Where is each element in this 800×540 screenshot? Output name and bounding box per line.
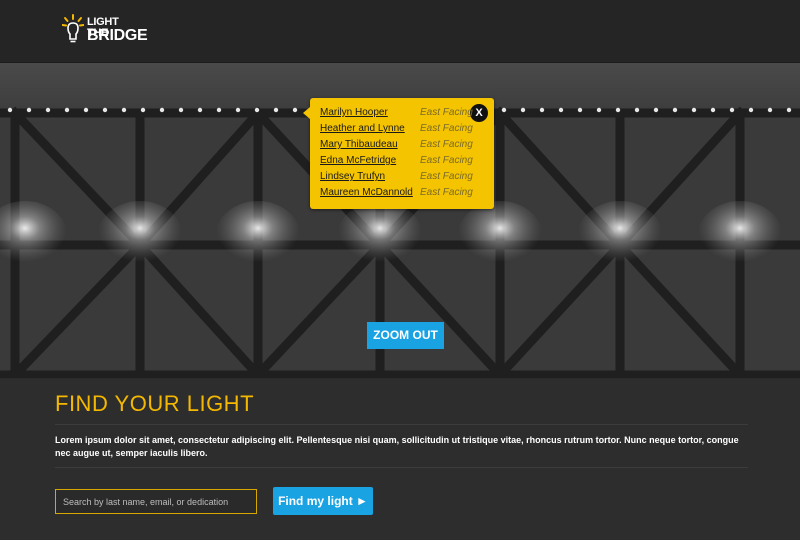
deck-light[interactable] [235,107,241,113]
flood-light[interactable] [216,201,300,269]
flood-light[interactable] [458,201,542,269]
search-input[interactable] [55,489,257,514]
list-item: Marilyn Hooper East Facing [320,107,480,123]
deck-light[interactable] [254,107,260,113]
facing-label: East Facing [420,123,473,134]
facing-label: East Facing [420,187,473,198]
divider [55,424,748,425]
flood-light[interactable] [0,201,67,269]
flood-light[interactable] [338,201,422,269]
deck-light[interactable] [83,107,89,113]
deck-light[interactable] [653,107,659,113]
facing-label: East Facing [420,107,473,118]
deck-light[interactable] [102,107,108,113]
deck-light[interactable] [178,107,184,113]
dedication-name-link[interactable]: Marilyn Hooper [320,107,388,118]
facing-label: East Facing [420,155,473,166]
deck-light[interactable] [710,107,716,113]
list-item: Heather and Lynne East Facing [320,123,480,139]
facing-label: East Facing [420,171,473,182]
list-item: Mary Thibaudeau East Facing [320,139,480,155]
deck-light[interactable] [121,107,127,113]
deck-light[interactable] [216,107,222,113]
dedication-name-link[interactable]: Edna McFetridge [320,155,396,166]
deck-light[interactable] [767,107,773,113]
deck-light[interactable] [558,107,564,113]
deck-light[interactable] [520,107,526,113]
deck-light[interactable] [26,107,32,113]
deck-light[interactable] [634,107,640,113]
list-item: Maureen McDannold East Facing [320,187,480,203]
flood-light[interactable] [578,201,662,269]
deck-light[interactable] [273,107,279,113]
facing-label: East Facing [420,139,473,150]
deck-light[interactable] [140,107,146,113]
deck-light[interactable] [691,107,697,113]
find-my-light-button[interactable]: Find my light ► [273,487,373,515]
deck-light[interactable] [45,107,51,113]
site-header: LIGHT THE BRIDGE [0,0,800,63]
deck-light[interactable] [64,107,70,113]
dedication-name-link[interactable]: Mary Thibaudeau [320,139,398,150]
list-item: Edna McFetridge East Facing [320,155,480,171]
deck-light[interactable] [539,107,545,113]
dedication-name-link[interactable]: Maureen McDannold [320,187,413,198]
popup-pointer [303,107,310,119]
light-bulb-logo-icon [62,14,84,43]
find-section: FIND YOUR LIGHT Lorem ipsum dolor sit am… [0,379,800,540]
logo-text-line2: BRIDGE [87,27,148,44]
deck-light[interactable] [786,107,792,113]
section-description: Lorem ipsum dolor sit amet, consectetur … [55,435,739,458]
flood-light[interactable] [698,201,782,269]
flood-light[interactable] [98,201,182,269]
dedication-name-link[interactable]: Heather and Lynne [320,123,405,134]
site-logo[interactable]: LIGHT THE BRIDGE [62,14,148,50]
deck-light[interactable] [292,107,298,113]
deck-light[interactable] [596,107,602,113]
deck-light[interactable] [577,107,583,113]
deck-light[interactable] [748,107,754,113]
divider [55,467,748,468]
deck-light[interactable] [197,107,203,113]
light-info-popup: X Marilyn Hooper East Facing Heather and… [303,98,494,209]
deck-light[interactable] [672,107,678,113]
dedication-name-link[interactable]: Lindsey Trufyn [320,171,385,182]
zoom-out-button[interactable]: ZOOM OUT [367,322,444,349]
list-item: Lindsey Trufyn East Facing [320,171,480,187]
deck-light[interactable] [7,107,13,113]
deck-light[interactable] [729,107,735,113]
section-title: FIND YOUR LIGHT [55,391,255,416]
deck-light[interactable] [615,107,621,113]
deck-light[interactable] [159,107,165,113]
deck-light[interactable] [501,107,507,113]
